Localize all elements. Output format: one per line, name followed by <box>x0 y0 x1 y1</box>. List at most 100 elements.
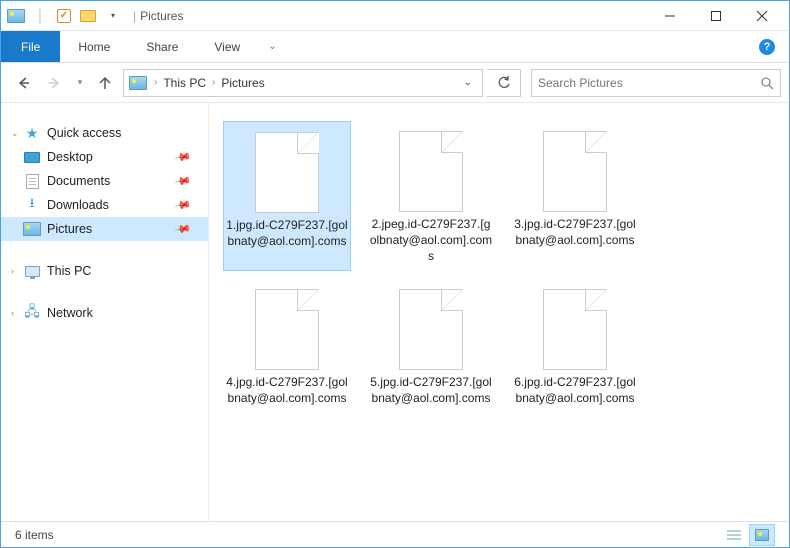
sidebar-item-pictures[interactable]: Pictures 📌 <box>1 217 208 241</box>
breadcrumb[interactable]: › This PC › Pictures ⌄ <box>123 69 483 97</box>
search-box[interactable] <box>531 69 781 97</box>
file-tab[interactable]: File <box>1 31 60 62</box>
up-button[interactable] <box>91 69 119 97</box>
back-button[interactable] <box>9 69 37 97</box>
sidebar-item-label: Network <box>47 306 93 320</box>
chevron-down-icon[interactable]: ⌄ <box>11 128 21 139</box>
file-thumbnail <box>391 127 471 212</box>
pin-icon: 📌 <box>174 196 193 215</box>
sidebar-quick-access[interactable]: ⌄ ★ Quick access <box>1 121 208 145</box>
download-icon: ⭳ <box>23 197 41 213</box>
file-thumbnail <box>247 285 327 370</box>
file-thumbnail <box>391 285 471 370</box>
file-name: 5.jpg.id-C279F237.[golbnaty@aol.com].com… <box>369 374 493 406</box>
pictures-icon <box>23 221 41 237</box>
chevron-right-icon[interactable]: › <box>210 77 217 88</box>
tab-view[interactable]: View <box>196 31 258 62</box>
maximize-button[interactable] <box>693 1 739 31</box>
sidebar-item-label: This PC <box>47 264 91 278</box>
help-button[interactable]: ? <box>745 31 789 62</box>
details-view-icon <box>727 529 741 541</box>
statusbar: 6 items <box>1 521 789 547</box>
close-button[interactable] <box>739 1 785 31</box>
ribbon: File Home Share View ⌄ ? <box>1 31 789 63</box>
sidebar-item-label: Documents <box>47 174 110 188</box>
refresh-icon <box>497 76 511 90</box>
forward-button[interactable] <box>41 69 69 97</box>
tab-share[interactable]: Share <box>128 31 196 62</box>
maximize-icon <box>710 10 722 22</box>
titlebar: | ✓ ▾ | Pictures <box>1 1 789 31</box>
file-thumbnail <box>247 128 327 213</box>
quick-access-toolbar: | ✓ ▾ <box>5 5 123 27</box>
minimize-button[interactable] <box>647 1 693 31</box>
sidebar-item-label: Pictures <box>47 222 92 236</box>
file-name: 6.jpg.id-C279F237.[golbnaty@aol.com].com… <box>513 374 637 406</box>
sidebar-item-label: Downloads <box>47 198 109 212</box>
new-folder-icon[interactable] <box>77 5 99 27</box>
breadcrumb-dropdown-icon[interactable]: ⌄ <box>458 77 478 88</box>
star-icon: ★ <box>23 125 41 141</box>
sidebar-item-label: Desktop <box>47 150 93 164</box>
recent-dropdown[interactable]: ▾ <box>73 69 87 97</box>
desktop-icon <box>23 149 41 165</box>
pin-icon: 📌 <box>174 148 193 167</box>
file-grid: 1.jpg.id-C279F237.[golbnaty@aol.com].com… <box>223 121 775 412</box>
breadcrumb-icon <box>128 73 148 93</box>
navbar: ▾ › This PC › Pictures ⌄ <box>1 63 789 103</box>
chevron-right-icon[interactable]: › <box>11 308 21 318</box>
file-name: 4.jpg.id-C279F237.[golbnaty@aol.com].com… <box>225 374 349 406</box>
chevron-right-icon[interactable]: › <box>152 77 159 88</box>
refresh-button[interactable] <box>487 69 521 97</box>
content-pane[interactable]: 1.jpg.id-C279F237.[golbnaty@aol.com].com… <box>209 103 789 523</box>
chevron-right-icon[interactable]: › <box>11 266 21 276</box>
tab-home[interactable]: Home <box>60 31 128 62</box>
file-item[interactable]: 3.jpg.id-C279F237.[golbnaty@aol.com].com… <box>511 121 639 271</box>
pc-icon <box>23 263 41 279</box>
file-item[interactable]: 6.jpg.id-C279F237.[golbnaty@aol.com].com… <box>511 279 639 412</box>
search-icon[interactable] <box>754 76 780 90</box>
ribbon-expand-icon[interactable]: ⌄ <box>258 31 286 62</box>
sidebar: ⌄ ★ Quick access Desktop 📌 Documents 📌 ⭳… <box>1 103 209 523</box>
sidebar-item-downloads[interactable]: ⭳ Downloads 📌 <box>1 193 208 217</box>
close-icon <box>756 10 768 22</box>
sidebar-item-desktop[interactable]: Desktop 📌 <box>1 145 208 169</box>
forward-icon <box>47 75 63 91</box>
sidebar-this-pc[interactable]: › This PC <box>1 259 208 283</box>
window-controls <box>647 1 785 31</box>
properties-icon[interactable]: ✓ <box>53 5 75 27</box>
file-thumbnail <box>535 127 615 212</box>
file-name: 3.jpg.id-C279F237.[golbnaty@aol.com].com… <box>513 216 637 248</box>
qat-dropdown-icon[interactable]: ▾ <box>101 5 123 27</box>
window-title: | Pictures <box>133 9 183 23</box>
file-name: 2.jpeg.id-C279F237.[golbnaty@aol.com].co… <box>369 216 493 265</box>
breadcrumb-pictures[interactable]: Pictures <box>217 76 268 90</box>
breadcrumb-this-pc[interactable]: This PC <box>159 76 210 90</box>
help-icon: ? <box>759 39 775 55</box>
file-item[interactable]: 2.jpeg.id-C279F237.[golbnaty@aol.com].co… <box>367 121 495 271</box>
pin-icon: 📌 <box>174 220 193 239</box>
app-icon[interactable] <box>5 5 27 27</box>
back-icon <box>15 75 31 91</box>
pin-icon: 📌 <box>174 172 193 191</box>
sidebar-network[interactable]: › 🖧 Network <box>1 301 208 325</box>
file-item[interactable]: 4.jpg.id-C279F237.[golbnaty@aol.com].com… <box>223 279 351 412</box>
minimize-icon <box>664 10 676 22</box>
qat-separator: | <box>29 5 51 27</box>
status-item-count: 6 items <box>15 528 54 542</box>
file-item[interactable]: 5.jpg.id-C279F237.[golbnaty@aol.com].com… <box>367 279 495 412</box>
view-toggles <box>721 524 775 546</box>
thumbnails-view-button[interactable] <box>749 524 775 546</box>
file-item[interactable]: 1.jpg.id-C279F237.[golbnaty@aol.com].com… <box>223 121 351 271</box>
up-icon <box>97 75 113 91</box>
thumbnails-view-icon <box>755 529 769 541</box>
sidebar-item-documents[interactable]: Documents 📌 <box>1 169 208 193</box>
search-input[interactable] <box>532 76 754 90</box>
details-view-button[interactable] <box>721 524 747 546</box>
file-name: 1.jpg.id-C279F237.[golbnaty@aol.com].com… <box>226 217 348 249</box>
main: ⌄ ★ Quick access Desktop 📌 Documents 📌 ⭳… <box>1 103 789 523</box>
sidebar-item-label: Quick access <box>47 126 121 140</box>
file-thumbnail <box>535 285 615 370</box>
network-icon: 🖧 <box>23 305 41 321</box>
document-icon <box>23 173 41 189</box>
